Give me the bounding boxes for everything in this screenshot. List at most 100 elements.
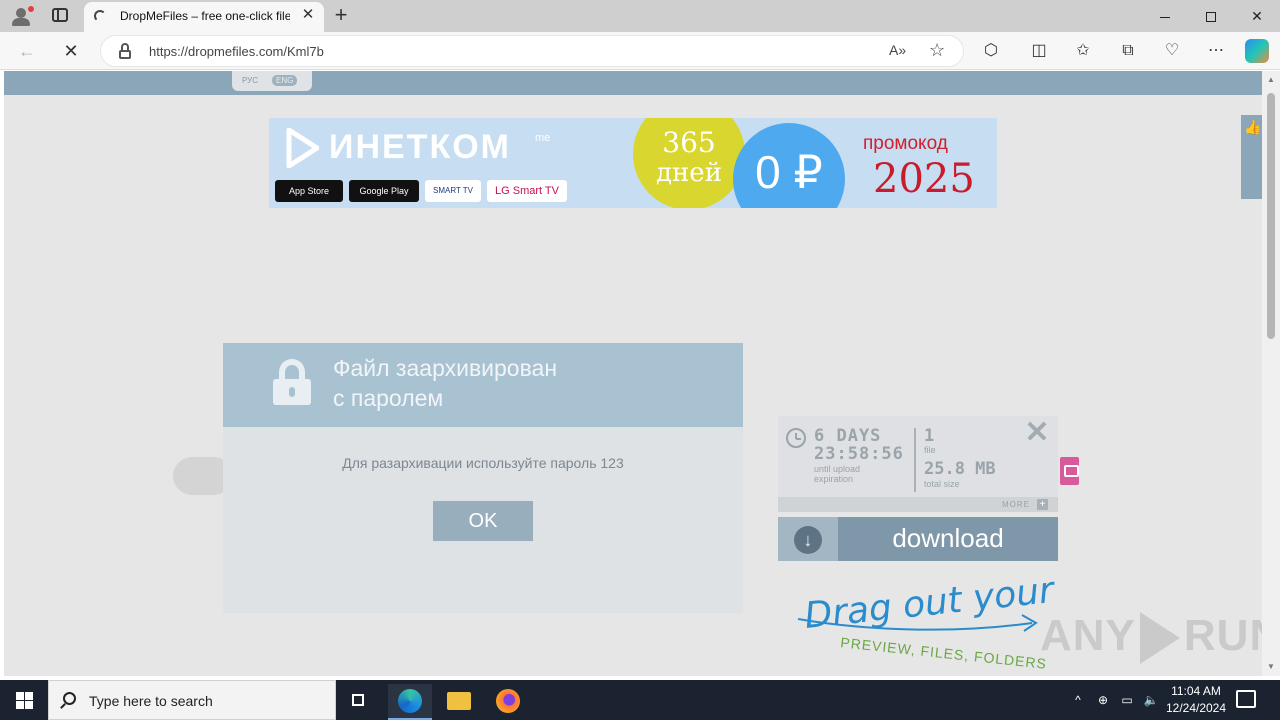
ad-banner[interactable]: ИНЕТКОМ me App Store Google Play SMART T… <box>269 118 997 208</box>
collections-icon[interactable]: ⧉ <box>1116 39 1140 63</box>
extensions-icon[interactable]: ⬡ <box>979 39 1003 63</box>
language-switcher: РУС ENG <box>232 71 312 91</box>
file-count: 1 <box>924 426 935 446</box>
new-tab-button[interactable]: + <box>330 4 352 26</box>
more-bar[interactable]: MORE + <box>778 497 1058 512</box>
page-scrollbar[interactable]: ▲ ▼ <box>1262 71 1280 676</box>
file-info-panel: 6 DAYS 23:58:56 until upload expiration … <box>778 416 1058 512</box>
info-divider <box>914 428 916 492</box>
favorites-icon[interactable]: ✩ <box>1071 39 1095 63</box>
banner-price: 0 ₽ <box>755 146 823 198</box>
page-viewport: РУС ENG ИНЕТКОМ me App Store Google Play… <box>4 71 1262 676</box>
lang-en-button[interactable]: ENG <box>272 75 298 86</box>
file-explorer-icon[interactable] <box>437 684 481 720</box>
url-text[interactable]: https://dropmefiles.com/Kml7b <box>149 44 324 59</box>
profile-icon[interactable] <box>8 4 36 28</box>
watermark-left: ANY <box>1040 611 1136 660</box>
watermark-right: RUN <box>1183 611 1262 660</box>
play-logo-icon <box>286 128 319 168</box>
expiry-days: 6 DAYS <box>814 426 882 446</box>
network-icon[interactable]: ▭ <box>1116 680 1138 720</box>
modal-message: Для разархивации используйте пароль 123 <box>342 455 624 471</box>
banner-days-word: дней <box>655 158 723 188</box>
edge-taskbar-icon[interactable] <box>388 684 432 720</box>
modal-title-line2: с паролем <box>333 385 444 411</box>
banner-brand: ИНЕТКОМ <box>329 128 511 166</box>
split-screen-icon[interactable]: ◫ <box>1027 39 1051 63</box>
anyrun-watermark: ANY RUN <box>1040 611 1262 665</box>
browser-tab[interactable]: DropMeFiles – free one-click file ✕ <box>84 2 324 32</box>
modal-header: Файл заархивирован с паролем <box>223 343 743 427</box>
tab-actions-icon[interactable] <box>52 8 68 22</box>
banner-days-number: 365 <box>662 126 716 159</box>
minimize-button[interactable] <box>1142 0 1188 32</box>
tab-title: DropMeFiles – free one-click file <box>120 9 290 23</box>
volume-icon[interactable]: 🔈 <box>1140 680 1162 720</box>
loading-spinner-icon <box>94 10 106 22</box>
clock-icon <box>786 428 806 448</box>
ok-button[interactable]: OK <box>433 501 533 541</box>
download-arrow-icon: ↓ <box>794 526 822 554</box>
banner-days-circle: 365 дней <box>633 118 745 208</box>
maximize-button[interactable] <box>1188 0 1234 32</box>
windows-taskbar: Type here to search ^ ⊕ ▭ 🔈 11:04 AM 12/… <box>0 680 1280 720</box>
lg-smarttv-badge: LG Smart TV <box>487 180 567 202</box>
modal-title: Файл заархивирован с паролем <box>333 353 557 413</box>
banner-promo-label: промокод <box>863 133 948 154</box>
taskbar-search-box[interactable]: Type here to search <box>48 680 336 720</box>
feedback-icon[interactable] <box>1060 457 1079 485</box>
expiry-time: 23:58:56 <box>814 444 904 464</box>
thumbs-up-icon: 👍 <box>1244 119 1262 135</box>
settings-more-icon[interactable]: ⋯ <box>1204 39 1228 63</box>
download-button[interactable]: ↓ download <box>778 517 1058 561</box>
browser-essentials-icon[interactable]: ♡ <box>1160 39 1184 63</box>
side-like-widget[interactable]: 👍 <box>1241 115 1262 199</box>
stop-loading-button[interactable]: ✕ <box>60 40 82 62</box>
banner-price-circle: 0 ₽ <box>733 123 845 208</box>
taskbar-search-placeholder: Type here to search <box>89 693 213 709</box>
scrollbar-thumb[interactable] <box>1267 93 1275 339</box>
url-field[interactable]: https://dropmefiles.com/Kml7b A» ☆ <box>100 35 964 67</box>
notifications-icon[interactable] <box>1236 690 1256 708</box>
banner-promo-year: 2025 <box>873 156 975 202</box>
close-window-button[interactable]: ✕ <box>1234 0 1280 32</box>
download-icon-box: ↓ <box>778 517 838 561</box>
search-icon <box>63 692 76 705</box>
favorite-star-icon[interactable]: ☆ <box>929 40 945 61</box>
total-size: 25.8 MB <box>924 459 996 479</box>
samsung-smarttv-badge: SMART TV <box>425 180 481 202</box>
taskbar-clock[interactable]: 11:04 AM 12/24/2024 <box>1160 683 1232 717</box>
clock-time: 11:04 AM <box>1171 684 1221 698</box>
download-label: download <box>892 523 1004 553</box>
start-button[interactable] <box>0 680 48 720</box>
more-plus-icon[interactable]: + <box>1037 499 1048 510</box>
padlock-icon <box>273 359 311 405</box>
file-count-label: file <box>924 445 936 455</box>
tab-close-button[interactable]: ✕ <box>300 7 316 23</box>
task-view-icon[interactable] <box>338 684 382 720</box>
scroll-up-icon[interactable]: ▲ <box>1266 75 1276 85</box>
tray-overflow-icon[interactable]: ^ <box>1068 680 1088 720</box>
tray-security-icon[interactable]: ⊕ <box>1092 680 1114 720</box>
expiry-label: until upload expiration <box>814 464 861 484</box>
scroll-down-icon[interactable]: ▼ <box>1266 662 1276 672</box>
copilot-icon[interactable] <box>1245 39 1269 63</box>
firefox-taskbar-icon[interactable] <box>486 684 530 720</box>
read-aloud-icon[interactable]: A» <box>889 42 906 58</box>
lock-icon[interactable] <box>119 43 131 59</box>
close-panel-icon[interactable]: ✕ <box>1024 418 1050 448</box>
address-bar-row: ← ✕ https://dropmefiles.com/Kml7b A» ☆ ⬡… <box>0 32 1280 70</box>
site-header-strip <box>4 71 1262 95</box>
browser-titlebar: DropMeFiles – free one-click file ✕ + ✕ <box>0 0 1280 32</box>
lang-ru-button[interactable]: РУС <box>238 75 262 86</box>
app-store-badge: App Store <box>275 180 343 202</box>
clock-date: 12/24/2024 <box>1165 701 1227 715</box>
watermark-play-icon <box>1139 612 1180 665</box>
password-modal: Файл заархивирован с паролем Для разархи… <box>223 343 743 613</box>
drag-arrow-icon <box>797 614 1038 632</box>
banner-brand-sup: me <box>535 132 551 144</box>
modal-title-line1: Файл заархивирован <box>333 355 558 381</box>
total-size-label: total size <box>924 479 960 489</box>
google-play-badge: Google Play <box>349 180 419 202</box>
back-button[interactable]: ← <box>16 40 38 62</box>
